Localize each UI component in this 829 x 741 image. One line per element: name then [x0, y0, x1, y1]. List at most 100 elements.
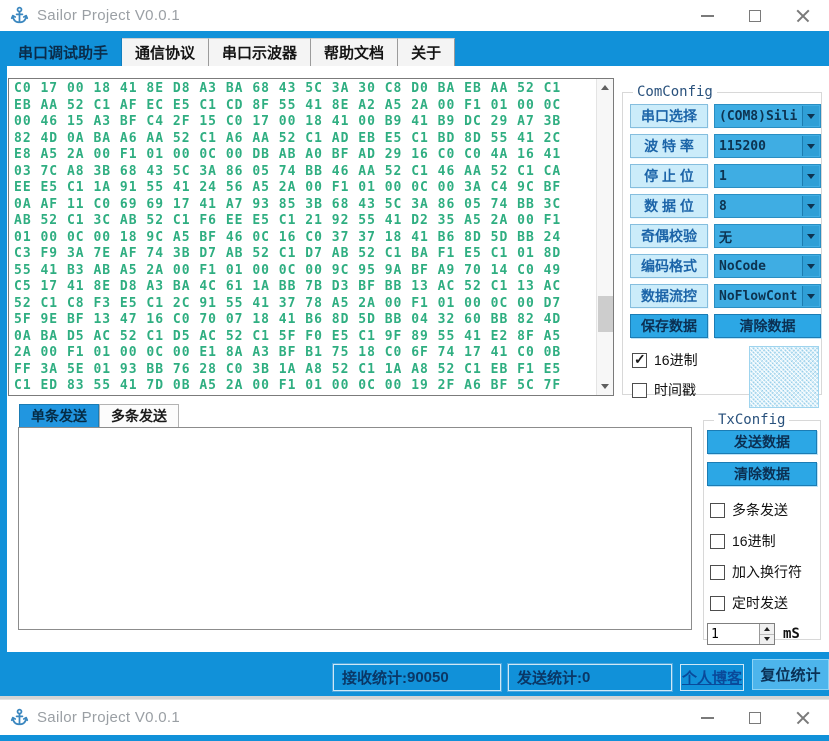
config-row: 串口选择 (COM8)Sili [630, 104, 821, 128]
scroll-up-icon [601, 85, 609, 90]
save-data-button[interactable]: 保存数据 [630, 314, 708, 338]
dropdown-arrow-button[interactable] [802, 256, 819, 276]
dropdown-arrow-button[interactable] [802, 106, 819, 126]
clear-send-button[interactable]: 清除数据 [707, 462, 817, 486]
config-label-button[interactable]: 奇偶校验 [630, 224, 708, 248]
config-dropdown[interactable]: 无 [714, 224, 821, 248]
checkbox-option[interactable]: 16进制 [710, 531, 820, 551]
close-button[interactable] [779, 700, 827, 735]
interval-spinner [707, 623, 775, 645]
spin-up-icon [764, 627, 770, 631]
config-label: 停 止 位 [644, 166, 694, 186]
send-input[interactable] [18, 427, 692, 630]
maximize-icon [749, 10, 761, 22]
config-dropdown[interactable]: 115200 [714, 134, 821, 158]
main-tab[interactable]: 串口示波器 [209, 38, 311, 66]
spin-up-button[interactable] [760, 624, 774, 635]
checkbox[interactable] [710, 596, 725, 611]
config-label: 数据流控 [641, 286, 697, 306]
hex-line: FF 3A 5E 01 93 BB 76 28 C0 3B 1A A8 52 C… [14, 362, 594, 379]
config-dropdown[interactable]: NoCode [714, 254, 821, 278]
checkbox[interactable] [710, 565, 725, 580]
app-window: Sailor Project V0.0.1 串口调试助手通信协议串口示波器帮助文… [0, 0, 829, 741]
config-label-button[interactable]: 数 据 位 [630, 194, 708, 218]
checkbox[interactable] [710, 534, 725, 549]
window-title: Sailor Project V0.0.1 [37, 709, 180, 726]
scrollbar-thumb[interactable] [598, 296, 613, 332]
txconfig-buttons: 发送数据 清除数据 [707, 430, 817, 486]
checkbox-option[interactable]: 加入换行符 [710, 562, 820, 582]
config-label-button[interactable]: 编码格式 [630, 254, 708, 278]
minimize-button[interactable] [683, 0, 731, 31]
spinner-buttons [759, 624, 774, 644]
config-row: 奇偶校验 无 [630, 224, 821, 248]
dropdown-arrow-button[interactable] [802, 226, 819, 246]
bottom-border-strip [0, 735, 829, 741]
main-tab[interactable]: 通信协议 [122, 38, 209, 66]
hex-line: E8 A5 2A 00 F1 01 00 0C 00 DB AB A0 BF A… [14, 147, 594, 164]
comconfig-title: ComConfig [633, 84, 717, 100]
spin-down-button[interactable] [760, 635, 774, 645]
hex-dump: C0 17 00 18 41 8E D8 A3 BA 68 43 5C 3A 3… [14, 81, 594, 395]
dropdown-arrow-button[interactable] [802, 286, 819, 306]
main-tab-label: 关于 [411, 42, 441, 63]
chevron-down-icon [807, 114, 815, 119]
checkbox[interactable] [632, 383, 647, 398]
main-tab[interactable]: 帮助文档 [311, 38, 398, 66]
hex-line: C1 ED 83 55 41 7D 0B A5 2A 00 F1 01 00 0… [14, 378, 594, 395]
config-label: 奇偶校验 [641, 226, 697, 246]
dropdown-value: NoFlowCont [719, 289, 797, 304]
hex-line: 0A AF 11 C0 69 69 17 41 A7 93 85 3B 68 4… [14, 197, 594, 214]
close-icon [796, 711, 810, 725]
scroll-up-button[interactable] [597, 79, 613, 96]
hex-line: C5 17 41 8E D8 A3 BA 4C 61 1A BB 7B D3 B… [14, 279, 594, 296]
dropdown-arrow-button[interactable] [802, 196, 819, 216]
dropdown-arrow-button[interactable] [802, 136, 819, 156]
personal-blog-link[interactable]: 个人博客 [680, 664, 744, 691]
config-dropdown[interactable]: 8 [714, 194, 821, 218]
checkbox[interactable] [710, 503, 725, 518]
clear-receive-button[interactable]: 清除数据 [714, 314, 821, 338]
dropdown-value: 1 [719, 169, 727, 184]
hex-line: C0 17 00 18 41 8E D8 A3 BA 68 43 5C 3A 3… [14, 81, 594, 98]
config-label-button[interactable]: 串口选择 [630, 104, 708, 128]
reset-stats-button[interactable]: 复位统计 [752, 659, 829, 690]
scroll-down-button[interactable] [597, 378, 613, 395]
maximize-button[interactable] [731, 0, 779, 31]
receive-data-area[interactable]: C0 17 00 18 41 8E D8 A3 BA 68 43 5C 3A 3… [8, 78, 614, 396]
config-dropdown[interactable]: NoFlowCont [714, 284, 821, 308]
checkbox-option[interactable]: 定时发送 [710, 593, 820, 613]
minimize-button[interactable] [683, 700, 731, 735]
window-controls [683, 700, 827, 735]
checkbox-option[interactable]: 多条发送 [710, 500, 820, 520]
config-dropdown[interactable]: 1 [714, 164, 821, 188]
config-label: 编码格式 [641, 256, 697, 276]
txconfig-title: TxConfig [714, 412, 789, 428]
main-tab[interactable]: 串口调试助手 [5, 38, 122, 66]
comconfig-groupbox: ComConfig 串口选择 (COM8)Sili 波 特 率 115200 停 [622, 84, 822, 395]
dropdown-value: 115200 [719, 139, 766, 154]
window-title: Sailor Project V0.0.1 [37, 7, 180, 24]
checkbox[interactable] [632, 353, 647, 368]
maximize-button[interactable] [731, 700, 779, 735]
send-data-button[interactable]: 发送数据 [707, 430, 817, 454]
interval-row: mS [707, 623, 820, 645]
dropdown-arrow-button[interactable] [802, 166, 819, 186]
rx-count-box: 接收统计:90050 [333, 664, 501, 691]
config-dropdown[interactable]: (COM8)Sili [714, 104, 821, 128]
tx-count-box: 发送统计:0 [508, 664, 672, 691]
config-label-button[interactable]: 波 特 率 [630, 134, 708, 158]
main-tab[interactable]: 关于 [398, 38, 455, 66]
send-tab[interactable]: 单条发送 [19, 404, 99, 427]
receive-scrollbar[interactable] [596, 79, 613, 395]
rx-count-value: 90050 [407, 669, 449, 686]
titlebar: Sailor Project V0.0.1 [0, 0, 829, 31]
config-label-button[interactable]: 停 止 位 [630, 164, 708, 188]
minimize-icon [701, 717, 714, 719]
send-tab[interactable]: 多条发送 [99, 404, 179, 427]
status-bar: 接收统计:90050 发送统计:0 个人博客 复位统计 [0, 652, 829, 696]
tx-count-value: 0 [582, 669, 590, 686]
close-button[interactable] [779, 0, 827, 31]
hex-line: 00 46 15 A3 BF C4 2F 15 C0 17 00 18 41 0… [14, 114, 594, 131]
config-label-button[interactable]: 数据流控 [630, 284, 708, 308]
